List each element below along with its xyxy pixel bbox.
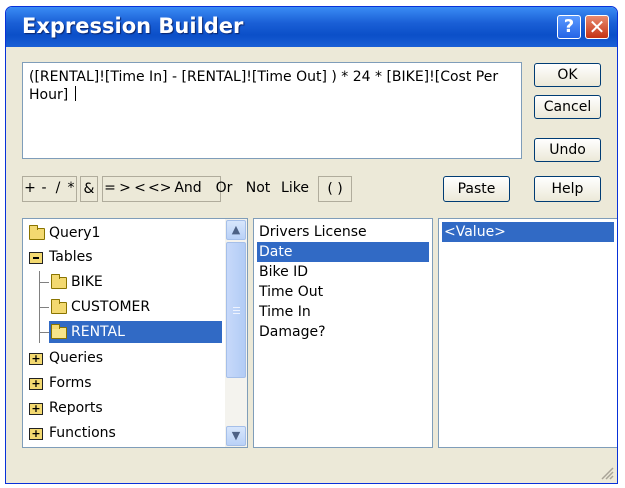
paste-button[interactable]: Paste xyxy=(443,176,510,202)
plus-folder-icon[interactable]: + xyxy=(29,428,43,440)
op-ampersand[interactable]: & xyxy=(80,176,98,202)
resize-grip-icon[interactable] xyxy=(600,466,614,480)
fields-list[interactable]: Drivers License Date Bike ID Time Out Ti… xyxy=(253,218,433,448)
grip-line xyxy=(233,313,240,314)
scroll-down-icon[interactable]: ▼ xyxy=(226,426,246,446)
title-bar[interactable]: Expression Builder ? ✕ xyxy=(6,7,617,47)
op-equals[interactable]: = xyxy=(104,176,116,202)
help-title-button[interactable]: ? xyxy=(557,15,581,39)
field-item[interactable]: Time In xyxy=(257,302,313,322)
tree-branch-line xyxy=(39,282,49,283)
open-folder-icon xyxy=(51,324,67,339)
scroll-up-icon[interactable]: ▲ xyxy=(226,220,246,240)
op-divide[interactable]: / xyxy=(52,176,64,202)
element-tree[interactable]: Query1 Tables BIKE CUSTOMER RENTAL + Que… xyxy=(22,218,248,448)
folder-icon xyxy=(51,299,67,314)
op-less[interactable]: < xyxy=(134,176,146,202)
field-item[interactable]: Drivers License xyxy=(257,222,369,242)
tree-scrollbar[interactable]: ▲ ▼ xyxy=(225,219,247,447)
plus-folder-icon[interactable]: + xyxy=(29,403,43,415)
field-item[interactable]: Damage? xyxy=(257,322,328,342)
tree-branch-line xyxy=(39,332,49,333)
minus-folder-icon[interactable] xyxy=(29,252,43,264)
field-item[interactable]: Time Out xyxy=(257,282,325,302)
op-greater[interactable]: > xyxy=(119,176,131,202)
field-item-selected[interactable]: Date xyxy=(257,242,429,262)
op-parentheses[interactable]: ( ) xyxy=(318,176,352,202)
expression-box[interactable]: ([RENTAL]![Time In] - [RENTAL]![Time Out… xyxy=(22,62,522,159)
op-multiply[interactable]: * xyxy=(65,176,77,202)
dialog-title: Expression Builder xyxy=(22,14,244,38)
grip-line xyxy=(233,307,240,308)
op-like[interactable]: Like xyxy=(278,176,312,202)
folder-icon xyxy=(29,225,45,240)
expression-text: ([RENTAL]![Time In] - [RENTAL]![Time Out… xyxy=(29,69,503,103)
op-not-equal[interactable]: <> xyxy=(148,176,171,202)
operator-bar: + - / * & = > < <> And Or Not Like ( ) xyxy=(22,176,422,202)
folder-icon xyxy=(51,274,67,289)
expression-builder-dialog: Expression Builder ? ✕ ([RENTAL]![Time I… xyxy=(5,6,618,484)
op-and[interactable]: And xyxy=(170,176,206,202)
undo-button[interactable]: Undo xyxy=(534,138,601,162)
text-caret xyxy=(74,86,76,101)
plus-folder-icon[interactable]: + xyxy=(29,378,43,390)
scroll-thumb[interactable] xyxy=(226,242,246,378)
value-item-selected[interactable]: <Value> xyxy=(442,222,614,242)
help-button[interactable]: Help xyxy=(534,176,601,202)
op-minus[interactable]: - xyxy=(38,176,50,202)
ok-button[interactable]: OK xyxy=(534,63,601,87)
grip-line xyxy=(233,310,240,311)
plus-folder-icon[interactable]: + xyxy=(29,353,43,365)
tree-item-rental[interactable]: RENTAL xyxy=(49,321,222,343)
op-plus[interactable]: + xyxy=(24,176,36,202)
close-button[interactable]: ✕ xyxy=(585,15,609,39)
cancel-button[interactable]: Cancel xyxy=(534,95,601,119)
values-list[interactable]: <Value> xyxy=(438,218,617,448)
field-item[interactable]: Bike ID xyxy=(257,262,310,282)
tree-branch-line xyxy=(39,307,49,308)
